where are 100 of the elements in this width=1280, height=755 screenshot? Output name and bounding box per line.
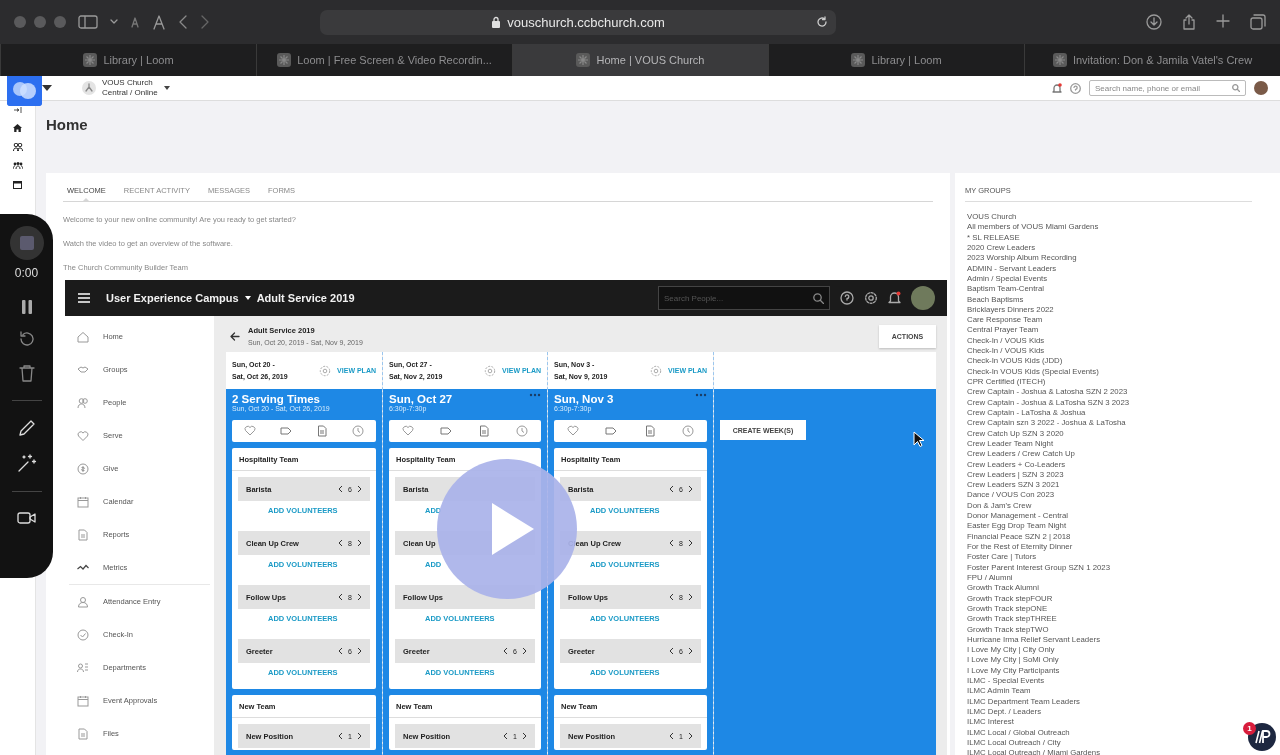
- back-arrow-icon[interactable]: [230, 331, 240, 341]
- stop-icon[interactable]: [9, 226, 44, 260]
- starburst-icon: [83, 53, 98, 67]
- chevron-left-icon[interactable]: [338, 485, 344, 493]
- chevron-left-icon[interactable]: [669, 732, 675, 740]
- chevron-right-icon[interactable]: [688, 539, 693, 547]
- video-player[interactable]: [65, 280, 947, 755]
- search-icon: [813, 292, 824, 304]
- download-icon[interactable]: [1146, 14, 1162, 30]
- heart-icon[interactable]: [567, 425, 580, 437]
- magic-wand-icon[interactable]: [16, 453, 37, 473]
- chevron-right-icon[interactable]: [357, 485, 362, 493]
- heart-icon[interactable]: [402, 425, 414, 437]
- search-icon: [1232, 84, 1240, 92]
- calendar-icon: [77, 694, 89, 707]
- week-heading: Sun, Nov 3: [554, 393, 614, 405]
- chevron-left-icon[interactable]: [669, 593, 675, 601]
- search-field[interactable]: Search name, phone or email: [1089, 80, 1246, 96]
- campus-name: Central / Online: [102, 88, 158, 98]
- coin-icon: [77, 462, 89, 475]
- starburst-icon: [851, 53, 866, 67]
- chevron-right-icon[interactable]: [688, 647, 693, 655]
- cursor-icon: [913, 431, 924, 447]
- lock-icon: [491, 16, 502, 28]
- campus-name[interactable]: User Experience Campus: [106, 292, 239, 304]
- chevron-left-icon[interactable]: [503, 732, 509, 740]
- document-icon[interactable]: [316, 425, 328, 437]
- bell-icon[interactable]: [888, 291, 901, 305]
- url-text: vouschurch.ccbchurch.com: [507, 14, 665, 30]
- caret-down-icon[interactable]: [163, 86, 170, 90]
- tabs-icon[interactable]: [1250, 14, 1266, 30]
- pause-icon[interactable]: [20, 300, 33, 314]
- page-title: Home: [46, 116, 89, 134]
- small-text-icon[interactable]: [130, 16, 140, 28]
- chevron-right-icon[interactable]: [522, 647, 527, 655]
- home-icon: [77, 330, 89, 343]
- share-icon[interactable]: [1182, 14, 1196, 30]
- chevron-right-icon[interactable]: [357, 732, 362, 740]
- tag-icon[interactable]: [280, 425, 292, 437]
- document-icon[interactable]: [478, 425, 490, 437]
- more-icon[interactable]: [695, 393, 707, 397]
- heart-icon: [77, 429, 89, 442]
- chevron-right-icon[interactable]: [688, 485, 693, 493]
- week-heading: 2 Serving Times: [232, 393, 320, 405]
- org-icon: [77, 661, 89, 674]
- chevron-left-icon[interactable]: [503, 647, 509, 655]
- week-heading: Sun, Oct 27: [389, 393, 453, 405]
- church-name: VOUS Church: [102, 78, 154, 88]
- chevron-right-icon[interactable]: [357, 593, 362, 601]
- plus-icon[interactable]: [1216, 14, 1230, 28]
- help-icon[interactable]: [840, 291, 854, 305]
- chevron-right-icon[interactable]: [688, 593, 693, 601]
- address-bar[interactable]: vouschurch.ccbchurch.com: [320, 9, 836, 35]
- bell-icon[interactable]: [1052, 82, 1062, 94]
- sidebar-icon[interactable]: [78, 14, 98, 30]
- chevron-left-icon[interactable]: [669, 647, 675, 655]
- caret-down-icon[interactable]: [42, 85, 52, 91]
- church-icon: [82, 81, 96, 95]
- back-icon[interactable]: [178, 14, 188, 30]
- trash-icon[interactable]: [18, 364, 35, 382]
- settings-icon[interactable]: [864, 291, 878, 305]
- chevron-down-icon[interactable]: [110, 19, 118, 25]
- starburst-icon: [277, 53, 292, 67]
- document-icon: [77, 727, 89, 740]
- reload-icon[interactable]: [816, 15, 828, 28]
- people-icon[interactable]: [12, 143, 23, 151]
- chevron-left-icon[interactable]: [338, 732, 344, 740]
- chevron-left-icon[interactable]: [338, 593, 344, 601]
- check-circle-icon: [77, 628, 89, 641]
- collapse-icon[interactable]: [13, 107, 22, 113]
- document-icon[interactable]: [643, 425, 656, 437]
- heart-icon[interactable]: [244, 425, 256, 437]
- avatar[interactable]: [911, 286, 935, 310]
- chevron-right-icon[interactable]: [522, 732, 527, 740]
- menu-icon[interactable]: [78, 293, 90, 303]
- more-icon[interactable]: [529, 393, 541, 397]
- camera-icon[interactable]: [16, 510, 37, 526]
- people-icon: [77, 396, 89, 409]
- service-name: Adult Service 2019: [256, 292, 355, 304]
- large-text-icon[interactable]: [152, 14, 166, 30]
- avatar[interactable]: [1254, 81, 1268, 95]
- chevron-right-icon[interactable]: [357, 647, 362, 655]
- logo-icon[interactable]: [1248, 723, 1276, 751]
- pencil-icon[interactable]: [17, 419, 36, 437]
- chevron-left-icon[interactable]: [338, 647, 344, 655]
- browser-tab[interactable]: Home | VOUS Church: [512, 44, 768, 76]
- chevron-left-icon[interactable]: [669, 485, 675, 493]
- caret-down-icon[interactable]: [244, 296, 251, 300]
- chevron-left-icon[interactable]: [338, 539, 344, 547]
- home-icon[interactable]: [13, 124, 22, 132]
- tag-icon[interactable]: [605, 425, 618, 437]
- calendar-icon[interactable]: [13, 180, 22, 189]
- forward-icon[interactable]: [200, 14, 210, 30]
- chevron-right-icon[interactable]: [357, 539, 362, 547]
- tag-icon[interactable]: [440, 425, 452, 437]
- person-icon: [77, 595, 89, 608]
- chevron-right-icon[interactable]: [688, 732, 693, 740]
- chevron-left-icon[interactable]: [669, 539, 675, 547]
- undo-icon[interactable]: [17, 330, 36, 348]
- group-icon[interactable]: [12, 162, 23, 169]
